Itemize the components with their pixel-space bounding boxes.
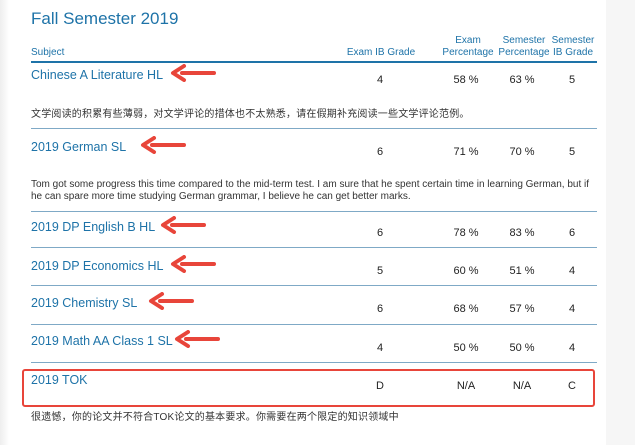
annotation-arrow-icon xyxy=(175,330,220,348)
semester-ib-grade: 5 xyxy=(568,146,576,158)
annotation-arrow-icon xyxy=(171,64,216,82)
column-header-exam-percentage-line1: Exam xyxy=(455,35,481,46)
exam-ib-grade: 6 xyxy=(376,227,384,239)
teacher-comment: 很遗憾，你的论文并不符合TOK论文的基本要求。你需要在两个限定的知识领域中 xyxy=(31,412,399,423)
row-divider xyxy=(31,247,597,248)
row-divider xyxy=(31,324,597,325)
row-divider xyxy=(31,211,597,212)
semester-ib-grade: 4 xyxy=(568,342,576,354)
row-divider xyxy=(31,285,597,286)
column-header-exam-ib-grade: Exam IB Grade xyxy=(346,47,416,58)
exam-percentage: 78 % xyxy=(453,227,479,239)
right-margin xyxy=(606,0,635,445)
exam-percentage: 68 % xyxy=(453,303,479,315)
annotation-arrow-icon xyxy=(161,216,206,234)
semester-ib-grade: 5 xyxy=(568,74,576,86)
subject-link-economics[interactable]: 2019 DP Economics HL xyxy=(31,259,163,273)
semester-percentage: 83 % xyxy=(509,227,535,239)
column-header-semester-ib-grade-line2: IB Grade xyxy=(552,47,594,58)
column-header-semester-ib-grade: Semester IB Grade xyxy=(548,35,598,59)
left-margin xyxy=(0,0,9,445)
page-title: Fall Semester 2019 xyxy=(31,9,179,28)
header-divider xyxy=(31,61,597,63)
row-divider xyxy=(31,362,597,363)
column-header-semester-percentage-line1: Semester xyxy=(502,35,546,46)
semester-percentage: 50 % xyxy=(509,342,535,354)
exam-ib-grade: 4 xyxy=(376,74,384,86)
column-header-semester-percentage: Semester Percentage xyxy=(496,35,552,59)
exam-percentage: 58 % xyxy=(453,74,479,86)
column-header-subject: Subject xyxy=(31,47,65,58)
semester-percentage: 63 % xyxy=(509,74,535,86)
teacher-comment: 文学阅读的积累有些薄弱，对文学评论的措体也不太熟悉，请在假期补充阅读一些文学评论… xyxy=(31,109,470,120)
column-header-exam-percentage-line2: Percentage xyxy=(442,47,494,58)
exam-percentage: 60 % xyxy=(453,265,479,277)
semester-percentage: 51 % xyxy=(509,265,535,277)
subject-link-chinese[interactable]: Chinese A Literature HL xyxy=(31,68,163,82)
column-header-semester-percentage-line2: Percentage xyxy=(498,47,550,58)
exam-ib-grade: 6 xyxy=(376,146,384,158)
exam-percentage: 50 % xyxy=(453,342,479,354)
semester-ib-grade: 4 xyxy=(568,265,576,277)
annotation-arrow-icon xyxy=(149,292,194,310)
annotation-arrow-icon xyxy=(171,255,216,273)
row-divider xyxy=(31,128,597,129)
semester-ib-grade: 6 xyxy=(568,227,576,239)
subject-link-german[interactable]: 2019 German SL xyxy=(31,140,126,154)
exam-ib-grade: 6 xyxy=(376,303,384,315)
teacher-comment-line2: he can spare more time studying German g… xyxy=(31,191,411,202)
exam-ib-grade: 4 xyxy=(376,342,384,354)
subject-link-english[interactable]: 2019 DP English B HL xyxy=(31,220,155,234)
annotation-highlight-box xyxy=(22,369,595,407)
annotation-arrow-icon xyxy=(141,136,186,154)
column-header-semester-ib-grade-line1: Semester xyxy=(551,35,595,46)
semester-percentage: 57 % xyxy=(509,303,535,315)
semester-percentage: 70 % xyxy=(509,146,535,158)
column-header-exam-percentage: Exam Percentage xyxy=(440,35,496,59)
subject-link-chemistry[interactable]: 2019 Chemistry SL xyxy=(31,296,137,310)
subject-link-math[interactable]: 2019 Math AA Class 1 SL xyxy=(31,334,173,348)
exam-percentage: 71 % xyxy=(453,146,479,158)
exam-ib-grade: 5 xyxy=(376,265,384,277)
semester-ib-grade: 4 xyxy=(568,303,576,315)
